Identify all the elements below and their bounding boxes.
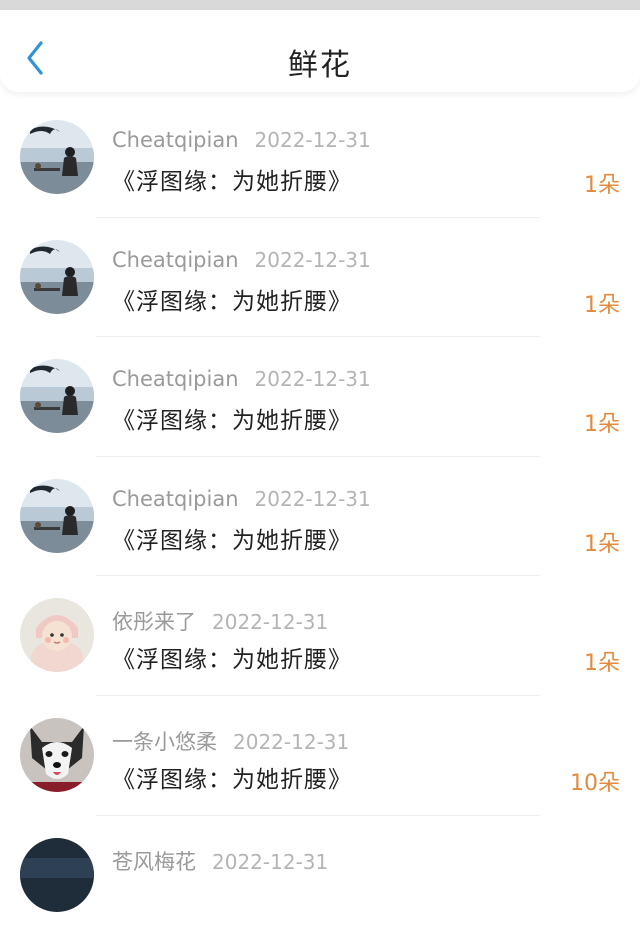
avatar[interactable] <box>20 359 94 434</box>
item-meta: 苍风梅花 2022-12-31 <box>112 846 328 876</box>
date: 2022-12-31 <box>212 849 329 874</box>
username[interactable]: Cheatqipian <box>112 248 239 272</box>
husky-photo-icon <box>20 717 94 792</box>
date: 2022-12-31 <box>254 486 371 511</box>
flower-count: 1朵 <box>584 173 620 198</box>
dark-photo-icon <box>20 837 94 912</box>
avatar[interactable] <box>20 478 94 553</box>
avatar[interactable] <box>20 717 94 792</box>
flower-count: 1朵 <box>584 531 620 557</box>
avatar[interactable] <box>20 837 94 912</box>
date: 2022-12-31 <box>254 128 371 152</box>
avatar[interactable] <box>20 598 94 673</box>
flower-count: 10朵 <box>570 770 620 796</box>
date: 2022-12-31 <box>233 729 350 754</box>
avatar[interactable] <box>20 120 94 194</box>
item-meta: 依彤来了 2022-12-31 <box>112 606 328 636</box>
item-meta: Cheatqipian 2022-12-31 <box>112 487 371 511</box>
flower-count: 1朵 <box>584 412 620 438</box>
list-item[interactable]: 一条小悠柔 2022-12-31 《浮图缘：为她折腰》 10朵 <box>0 696 640 816</box>
seaside-photo-icon <box>20 239 94 314</box>
username[interactable]: Cheatqipian <box>112 367 239 391</box>
list-item[interactable]: 苍风梅花 2022-12-31 <box>0 816 640 935</box>
work-title[interactable]: 《浮图缘：为她折腰》 <box>112 521 352 555</box>
list-item[interactable]: Cheatqipian 2022-12-31 《浮图缘：为她折腰》 1朵 <box>0 218 640 338</box>
page-title: 鲜花 <box>288 48 352 83</box>
username[interactable]: 苍风梅花 <box>112 850 196 874</box>
work-title[interactable]: 《浮图缘：为她折腰》 <box>112 640 352 674</box>
username[interactable]: Cheatqipian <box>112 128 239 152</box>
seaside-photo-icon <box>20 478 94 553</box>
gift-list: Cheatqipian 2022-12-31 《浮图缘：为她折腰》 1朵 Chea… <box>0 98 640 935</box>
seaside-photo-icon <box>20 120 94 194</box>
list-item[interactable]: Cheatqipian 2022-12-31 《浮图缘：为她折腰》 1朵 <box>0 98 640 218</box>
baby-photo-icon <box>20 598 94 673</box>
list-item[interactable]: Cheatqipian 2022-12-31 《浮图缘：为她折腰》 1朵 <box>0 337 640 457</box>
date: 2022-12-31 <box>212 610 329 635</box>
username[interactable]: Cheatqipian <box>112 487 239 511</box>
list-item[interactable]: Cheatqipian 2022-12-31 《浮图缘：为她折腰》 1朵 <box>0 457 640 577</box>
nav-header: 鲜花 <box>0 10 640 92</box>
work-title[interactable]: 《浮图缘：为她折腰》 <box>112 760 352 794</box>
date: 2022-12-31 <box>254 247 371 272</box>
username[interactable]: 一条小悠柔 <box>112 730 217 754</box>
item-meta: Cheatqipian 2022-12-31 <box>112 128 371 152</box>
seaside-photo-icon <box>20 359 94 434</box>
item-meta: Cheatqipian 2022-12-31 <box>112 248 371 272</box>
work-title[interactable]: 《浮图缘：为她折腰》 <box>112 282 352 316</box>
list-item[interactable]: 依彤来了 2022-12-31 《浮图缘：为她折腰》 1朵 <box>0 576 640 696</box>
username[interactable]: 依彤来了 <box>112 610 196 634</box>
work-title[interactable]: 《浮图缘：为她折腰》 <box>112 401 352 435</box>
work-title[interactable]: 《浮图缘：为她折腰》 <box>112 162 352 196</box>
flower-count: 1朵 <box>584 292 620 318</box>
flower-count: 1朵 <box>584 651 620 677</box>
avatar[interactable] <box>20 239 94 314</box>
item-meta: Cheatqipian 2022-12-31 <box>112 367 371 391</box>
date: 2022-12-31 <box>254 367 371 392</box>
item-meta: 一条小悠柔 2022-12-31 <box>112 726 349 756</box>
status-bar <box>0 0 640 10</box>
